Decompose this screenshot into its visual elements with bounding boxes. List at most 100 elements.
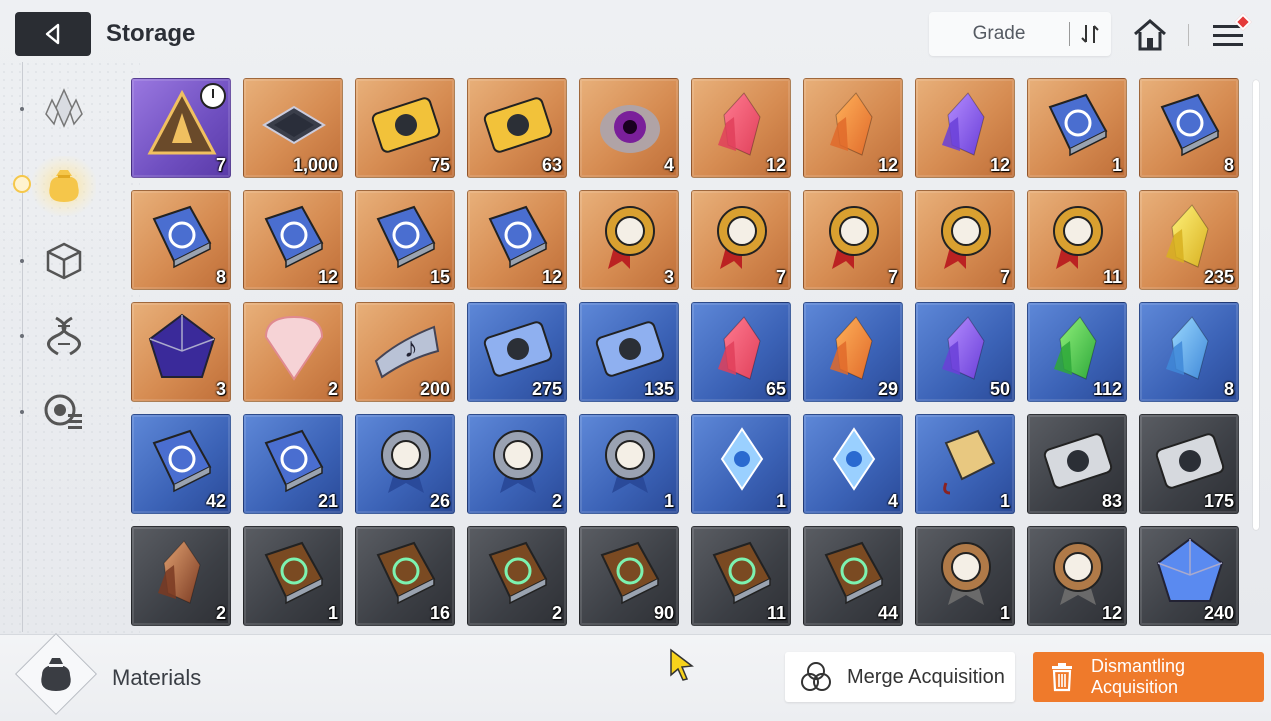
blueprint-book-icon (376, 205, 436, 269)
grade-filter-label[interactable]: Grade (929, 23, 1069, 45)
item-slot[interactable]: 29 (803, 302, 903, 402)
item-slot[interactable]: 26 (355, 414, 455, 514)
item-slot[interactable]: 44 (803, 526, 903, 626)
grade-sort-control[interactable]: Grade (929, 12, 1111, 56)
sidebar-item-crystals[interactable] (36, 80, 92, 136)
item-quantity: 11 (1102, 267, 1122, 287)
item-quantity: 4 (663, 155, 674, 175)
item-slot[interactable]: 63 (467, 78, 567, 178)
item-slot[interactable]: 275 (467, 302, 567, 402)
item-slot[interactable]: 11 (1027, 190, 1127, 290)
storage-item-grid: 7 1,000 75 63 4 12 12 12 1 8 8 12 15 12 3 (131, 78, 1241, 628)
item-slot[interactable]: 83 (1027, 414, 1127, 514)
item-slot[interactable]: 112 (1027, 302, 1127, 402)
item-slot[interactable]: 135 (579, 302, 679, 402)
item-quantity: 1 (1111, 155, 1122, 175)
item-slot[interactable]: 1,000 (243, 78, 343, 178)
item-slot[interactable]: 2 (131, 526, 231, 626)
item-slot[interactable]: 12 (1027, 526, 1127, 626)
item-slot[interactable]: 3 (131, 302, 231, 402)
item-slot[interactable]: 7 (803, 190, 903, 290)
dna-helix-icon (47, 316, 81, 356)
item-slot[interactable]: 12 (803, 78, 903, 178)
item-quantity: 3 (215, 379, 226, 399)
blueprint-book-icon (1160, 93, 1220, 157)
orange-crystal-icon (830, 92, 873, 156)
item-slot[interactable]: 16 (355, 526, 455, 626)
item-slot[interactable]: 42 (131, 414, 231, 514)
silver-medal-icon (605, 430, 655, 493)
item-quantity: 8 (215, 267, 226, 287)
item-slot[interactable]: ♪ 200 (355, 302, 455, 402)
item-quantity: 42 (205, 491, 226, 511)
item-quantity: 4 (887, 491, 898, 511)
item-quantity: 1 (663, 491, 674, 511)
sidebar-item-modules[interactable] (36, 384, 92, 440)
blueprint-book-icon (152, 205, 212, 269)
sidebar-item-equipment[interactable] (36, 233, 92, 289)
item-slot[interactable]: 1 (1027, 78, 1127, 178)
sidebar-item-genes[interactable] (36, 308, 92, 364)
item-quantity: 16 (429, 603, 450, 623)
item-slot[interactable]: 8 (1139, 78, 1239, 178)
menu-button[interactable] (1205, 13, 1252, 56)
merge-acquisition-button[interactable]: Merge Acquisition (785, 652, 1015, 702)
sidebar-active-marker (13, 175, 31, 193)
item-slot[interactable]: 7 (131, 78, 231, 178)
item-slot[interactable]: 4 (803, 414, 903, 514)
item-slot[interactable]: 1 (243, 526, 343, 626)
silver-ticket-portrait-icon (1043, 433, 1113, 489)
item-quantity: 2 (215, 603, 226, 623)
item-slot[interactable]: 1 (915, 526, 1015, 626)
sidebar-item-materials[interactable] (36, 158, 92, 214)
item-slot[interactable]: 21 (243, 414, 343, 514)
item-slot[interactable]: 65 (691, 302, 791, 402)
item-slot[interactable]: 8 (131, 190, 231, 290)
home-button[interactable] (1128, 14, 1172, 56)
item-quantity: 21 (317, 491, 338, 511)
dark-cube-gem-icon (148, 313, 216, 378)
item-slot[interactable]: 11 (691, 526, 791, 626)
item-slot[interactable]: 4 (579, 78, 679, 178)
item-slot[interactable]: 12 (243, 190, 343, 290)
item-slot[interactable]: 3 (579, 190, 679, 290)
item-slot[interactable]: 235 (1139, 190, 1239, 290)
item-slot[interactable]: 1 (579, 414, 679, 514)
gold-ticket-star-icon (483, 97, 553, 153)
crystal-cluster-icon (45, 88, 83, 128)
item-slot[interactable]: 8 (1139, 302, 1239, 402)
item-quantity: 112 (1092, 379, 1122, 399)
sidebar-dot (20, 410, 24, 414)
blueprint-book-icon (152, 429, 212, 493)
sort-order-icon[interactable] (1070, 12, 1110, 56)
module-list-icon (44, 394, 82, 429)
item-slot[interactable]: 7 (691, 190, 791, 290)
item-slot[interactable]: 1 (915, 414, 1015, 514)
item-slot[interactable]: 12 (467, 190, 567, 290)
item-slot[interactable]: 2 (467, 526, 567, 626)
item-slot[interactable]: 7 (915, 190, 1015, 290)
cake-slice-icon (832, 427, 876, 491)
item-slot[interactable]: 240 (1139, 526, 1239, 626)
dismantling-acquisition-button[interactable]: Dismantling Acquisition (1033, 652, 1264, 702)
item-slot[interactable]: 12 (915, 78, 1015, 178)
guitar-pick-icon (264, 315, 324, 381)
gold-medal-icon (717, 206, 767, 269)
bronze-medal-icon (941, 542, 991, 605)
item-slot[interactable]: 2 (243, 302, 343, 402)
back-button[interactable] (15, 12, 91, 56)
sidebar-rail (22, 62, 23, 632)
silver-medal-icon (493, 430, 543, 493)
item-slot[interactable]: 50 (915, 302, 1015, 402)
item-slot[interactable]: 75 (355, 78, 455, 178)
brown-book-icon (712, 541, 772, 605)
blueprint-book-icon (264, 429, 324, 493)
item-slot[interactable]: 12 (691, 78, 791, 178)
item-slot[interactable]: 90 (579, 526, 679, 626)
item-slot[interactable]: 15 (355, 190, 455, 290)
item-slot[interactable]: 1 (691, 414, 791, 514)
grid-scrollbar[interactable] (1253, 80, 1259, 530)
item-quantity: 90 (653, 603, 674, 623)
item-slot[interactable]: 175 (1139, 414, 1239, 514)
item-slot[interactable]: 2 (467, 414, 567, 514)
